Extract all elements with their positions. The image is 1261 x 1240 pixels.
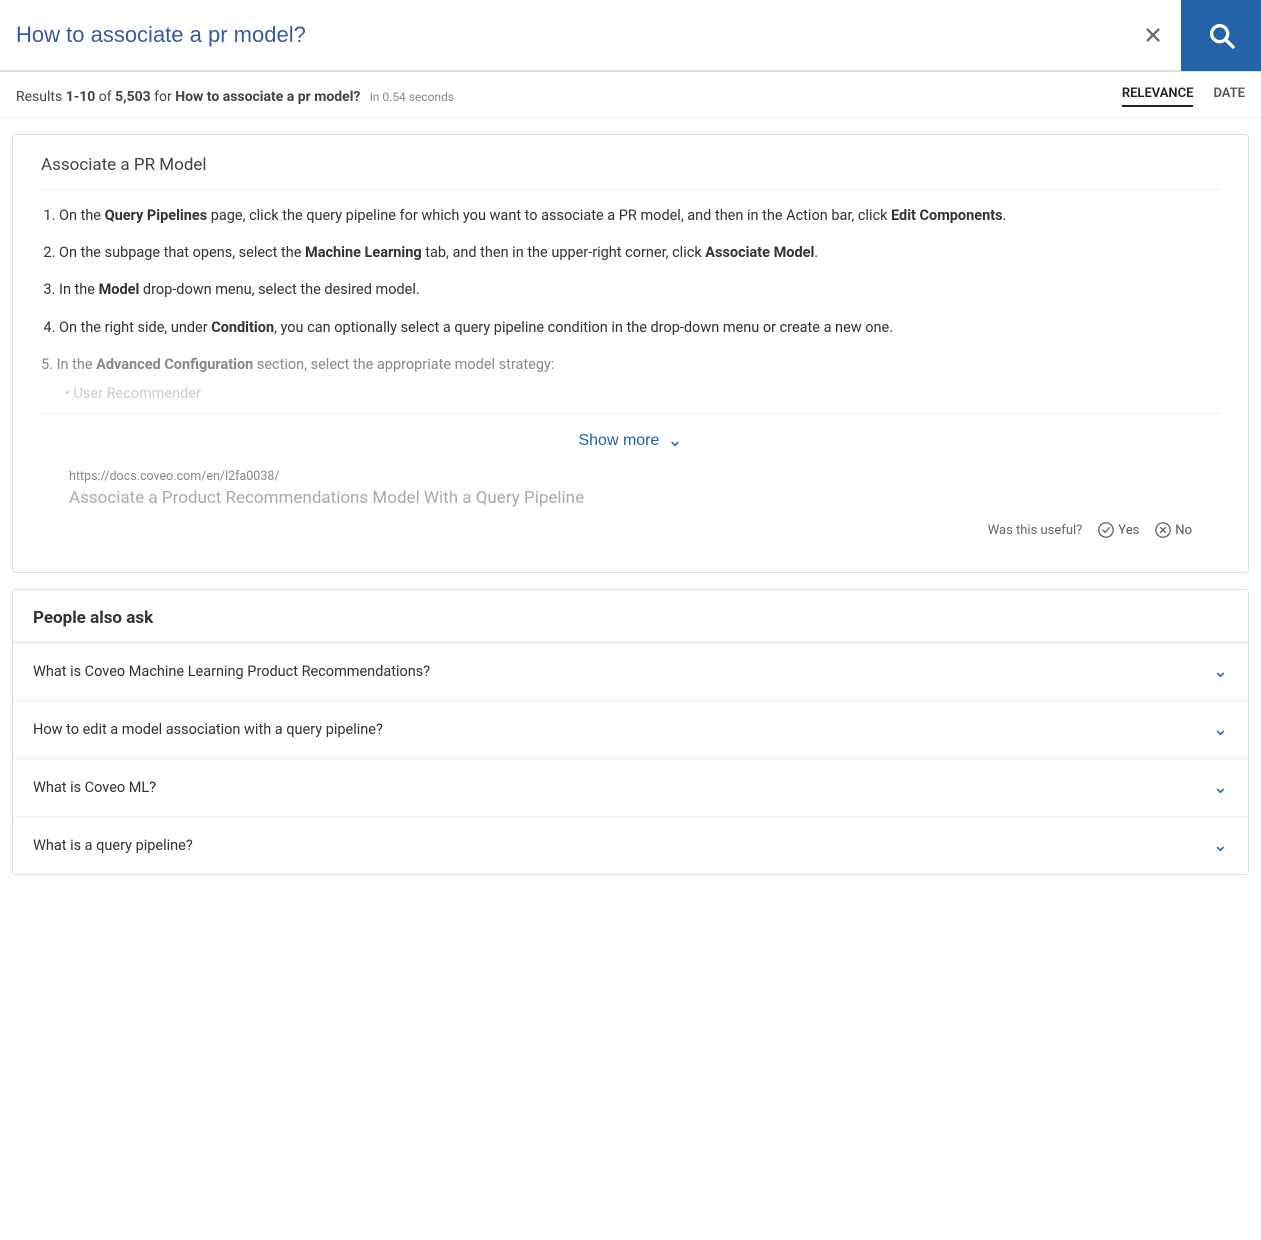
featured-content: On the Query Pipelines page, click the q… <box>41 204 1220 405</box>
search-bar <box>0 0 1261 72</box>
paa-item-2[interactable]: What is Coveo ML? ⌄ <box>13 759 1248 817</box>
feedback-question: Was this useful? <box>988 523 1083 538</box>
sort-relevance[interactable]: RELEVANCE <box>1122 86 1194 107</box>
results-meta: Results 1-10 of 5,503 for How to associa… <box>0 72 1261 118</box>
paa-question-1: How to edit a model association with a q… <box>33 721 383 738</box>
feedback-row: Was this useful? Yes No <box>41 514 1220 552</box>
results-time: in 0.54 seconds <box>370 90 454 104</box>
chevron-down-icon-1: ⌄ <box>1213 719 1228 740</box>
chevron-down-icon: ⌄ <box>667 430 682 451</box>
people-also-ask-section: People also ask What is Coveo Machine Le… <box>12 589 1249 875</box>
paa-header: People also ask <box>13 590 1248 643</box>
feedback-no-button[interactable]: No <box>1155 522 1192 538</box>
step-1: On the Query Pipelines page, click the q… <box>59 204 1220 227</box>
paa-question-0: What is Coveo Machine Learning Product R… <box>33 663 430 680</box>
paa-item-1[interactable]: How to edit a model association with a q… <box>13 701 1248 759</box>
sort-date[interactable]: DATE <box>1213 86 1245 107</box>
paa-question-2: What is Coveo ML? <box>33 779 156 796</box>
chevron-down-icon-3: ⌄ <box>1213 835 1228 856</box>
paa-item-0[interactable]: What is Coveo Machine Learning Product R… <box>13 643 1248 701</box>
featured-result-card: Associate a PR Model On the Query Pipeli… <box>12 134 1249 573</box>
show-more-row: Show more ⌄ <box>41 413 1220 459</box>
clear-button[interactable] <box>1125 0 1181 71</box>
show-more-label: Show more <box>578 432 659 450</box>
results-range: 1-10 <box>66 89 96 105</box>
paa-question-3: What is a query pipeline? <box>33 837 193 854</box>
step-5: 5. In the Advanced Configuration section… <box>41 353 1220 376</box>
feedback-yes-label: Yes <box>1118 523 1139 538</box>
step-5-subitem: • User Recommender <box>41 382 1220 405</box>
result-link-title[interactable]: Associate a Product Recommendations Mode… <box>69 488 1192 508</box>
chevron-down-icon-2: ⌄ <box>1213 777 1228 798</box>
feedback-yes-button[interactable]: Yes <box>1098 522 1139 538</box>
step-3: In the Model drop-down menu, select the … <box>59 278 1220 301</box>
step-4: On the right side, under Condition, you … <box>59 316 1220 339</box>
featured-title: Associate a PR Model <box>41 155 1220 190</box>
results-total: 5,503 <box>115 89 151 105</box>
paa-item-3[interactable]: What is a query pipeline? ⌄ <box>13 817 1248 874</box>
show-more-button[interactable]: Show more ⌄ <box>578 430 682 451</box>
result-url: https://docs.coveo.com/en/l2fa0038/ <box>69 469 1192 484</box>
search-input[interactable] <box>16 22 1125 48</box>
results-count-text: Results 1-10 of 5,503 for How to associa… <box>16 89 454 105</box>
feedback-no-label: No <box>1175 523 1192 538</box>
sort-options: RELEVANCE DATE <box>1122 86 1245 107</box>
chevron-down-icon-0: ⌄ <box>1213 661 1228 682</box>
result-link-section: https://docs.coveo.com/en/l2fa0038/ Asso… <box>41 459 1220 514</box>
step-2: On the subpage that opens, select the Ma… <box>59 241 1220 264</box>
results-query: How to associate a pr model? <box>175 89 360 105</box>
search-button[interactable] <box>1181 0 1261 71</box>
